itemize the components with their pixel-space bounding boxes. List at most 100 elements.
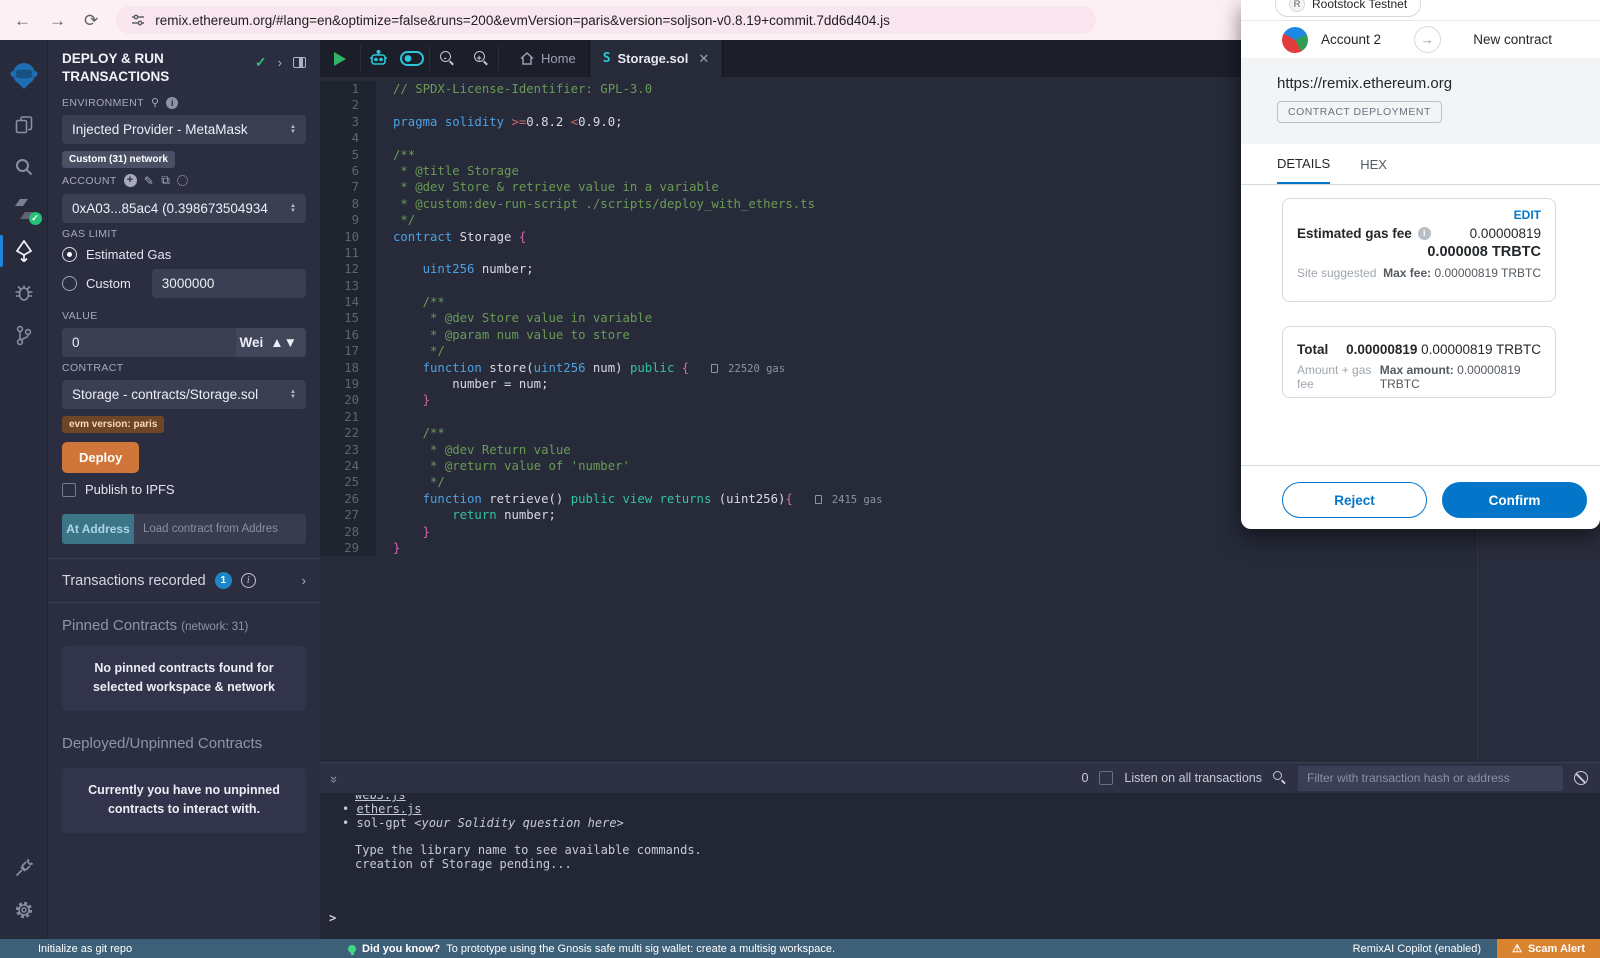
tab-hex[interactable]: HEX bbox=[1360, 144, 1387, 184]
pinned-empty-message: No pinned contracts found for selected w… bbox=[62, 646, 306, 711]
search-plugin-icon[interactable] bbox=[0, 146, 48, 188]
remix-logo-icon[interactable] bbox=[0, 46, 48, 104]
add-account-icon[interactable]: + bbox=[124, 174, 137, 187]
publish-checkbox[interactable] bbox=[62, 483, 76, 497]
value-unit-select[interactable]: Wei ▲▼ bbox=[236, 328, 306, 357]
zoom-out-icon: - bbox=[440, 51, 455, 66]
custom-gas-label: Custom bbox=[86, 276, 131, 291]
forward-icon[interactable]: → bbox=[49, 12, 66, 29]
url-text: remix.ethereum.org/#lang=en&optimize=fal… bbox=[155, 13, 890, 28]
robot-icon bbox=[369, 50, 388, 67]
clipped-line: web3.js bbox=[355, 795, 1600, 803]
total-card: Total 0.00000819 0.00000819 TRBTC Amount… bbox=[1282, 326, 1556, 398]
clear-console-icon[interactable] bbox=[1574, 771, 1588, 785]
plugin-icon-rail: ✓ bbox=[0, 40, 48, 939]
publish-ipfs-option[interactable]: Publish to IPFS bbox=[62, 482, 306, 497]
run-script-button[interactable] bbox=[320, 40, 360, 77]
zoom-in-button[interactable]: + bbox=[464, 40, 498, 77]
site-settings-icon[interactable] bbox=[130, 12, 146, 28]
tip-text: To prototype using the Gnosis safe multi… bbox=[446, 943, 835, 955]
transactions-info-icon[interactable]: i bbox=[241, 573, 256, 588]
sender-account: Account 2 bbox=[1321, 32, 1381, 47]
terminal-header: » 0 Listen on all transactions bbox=[320, 762, 1600, 793]
transactions-recorded-row[interactable]: Transactions recorded 1 i › bbox=[48, 559, 320, 602]
close-tab-icon[interactable]: ✕ bbox=[698, 51, 709, 67]
tab-storage-label: Storage.sol bbox=[618, 51, 689, 66]
at-address-button[interactable]: At Address bbox=[62, 514, 134, 544]
gas-pump-icon bbox=[711, 364, 718, 373]
estimated-gas-option[interactable]: Estimated Gas bbox=[62, 247, 306, 262]
collapse-terminal-icon[interactable]: » bbox=[327, 775, 342, 780]
file-explorer-icon[interactable] bbox=[0, 104, 48, 146]
zoom-in-icon: + bbox=[474, 51, 489, 66]
radio-unselected-icon[interactable] bbox=[62, 276, 77, 291]
reject-button[interactable]: Reject bbox=[1282, 482, 1427, 518]
git-icon[interactable] bbox=[0, 314, 48, 356]
back-icon[interactable]: ← bbox=[14, 12, 31, 29]
tab-storage-sol[interactable]: S Storage.sol ✕ bbox=[589, 40, 724, 77]
expand-chevron-icon[interactable]: › bbox=[302, 573, 306, 588]
settings-gear-icon[interactable] bbox=[0, 889, 48, 931]
environment-value: Injected Provider - MetaMask bbox=[72, 122, 248, 137]
zoom-out-button[interactable]: - bbox=[430, 40, 464, 77]
copilot-toggle[interactable] bbox=[395, 40, 429, 77]
terminal-prompt[interactable]: > bbox=[329, 911, 336, 925]
connected-check-icon: ✓ bbox=[255, 54, 267, 71]
account-value: 0xA03...85ac4 (0.398673504934 bbox=[72, 201, 268, 216]
play-icon bbox=[334, 52, 346, 66]
address-bar[interactable]: remix.ethereum.org/#lang=en&optimize=fal… bbox=[116, 6, 1096, 34]
terminal[interactable]: web3.jsethers.jssol-gpt <your Solidity q… bbox=[320, 793, 1600, 939]
ai-copilot-button[interactable] bbox=[361, 40, 395, 77]
library-link[interactable]: ethers.js bbox=[356, 802, 421, 816]
solidity-file-icon: S bbox=[603, 51, 611, 66]
debugger-icon[interactable] bbox=[0, 272, 48, 314]
tab-home[interactable]: Home bbox=[507, 40, 589, 77]
tab-details[interactable]: DETAILS bbox=[1277, 144, 1330, 184]
panel-title: DEPLOY & RUN TRANSACTIONS bbox=[62, 50, 212, 85]
pin-panel-icon[interactable] bbox=[293, 57, 306, 68]
custom-gas-option[interactable]: Custom bbox=[62, 269, 306, 298]
collapse-panel-icon[interactable]: › bbox=[278, 55, 282, 70]
scam-alert-button[interactable]: ⚠ Scam Alert bbox=[1497, 939, 1600, 958]
copilot-status[interactable]: RemixAI Copilot (enabled) bbox=[1353, 943, 1481, 955]
radio-selected-icon[interactable] bbox=[62, 247, 77, 262]
solidity-compiler-icon[interactable]: ✓ bbox=[0, 188, 48, 230]
environment-select[interactable]: Injected Provider - MetaMask ▲▼ bbox=[62, 115, 306, 144]
confirm-button[interactable]: Confirm bbox=[1442, 482, 1587, 518]
amount-gas-label: Amount + gas fee bbox=[1297, 363, 1380, 391]
did-you-know-tip: Did you know? To prototype using the Gno… bbox=[348, 943, 835, 955]
deploy-run-icon[interactable] bbox=[0, 230, 48, 272]
account-select[interactable]: 0xA03...85ac4 (0.398673504934 ▲▼ bbox=[62, 194, 306, 223]
transfer-arrow-icon: → bbox=[1414, 26, 1441, 53]
account-avatar bbox=[1278, 23, 1311, 56]
contract-value: Storage - contracts/Storage.sol bbox=[72, 387, 258, 402]
custom-gas-input[interactable] bbox=[152, 269, 306, 298]
terminal-search-icon[interactable] bbox=[1273, 771, 1287, 785]
gas-estimate: 2415 gas bbox=[832, 494, 883, 506]
plugin-manager-icon[interactable] bbox=[0, 847, 48, 889]
contract-select[interactable]: Storage - contracts/Storage.sol ▲▼ bbox=[62, 380, 306, 409]
max-amount: Max amount: 0.00000819 TRBTC bbox=[1380, 363, 1541, 391]
compile-success-badge: ✓ bbox=[29, 212, 42, 225]
edit-gas-link[interactable]: EDIT bbox=[1297, 208, 1541, 222]
scam-alert-label: Scam Alert bbox=[1528, 943, 1585, 955]
network-selector[interactable]: R Rootstock Testnet bbox=[1275, 0, 1421, 17]
copy-account-icon[interactable]: ⧉ bbox=[161, 173, 170, 188]
deploy-run-panel: DEPLOY & RUN TRANSACTIONS ✓ › ENVIRONMEN… bbox=[48, 40, 320, 939]
edit-account-icon[interactable]: ✎ bbox=[144, 174, 154, 188]
deploy-button[interactable]: Deploy bbox=[62, 442, 139, 473]
at-address-input[interactable] bbox=[134, 514, 306, 544]
git-init-button[interactable]: Initialize as git repo bbox=[0, 943, 132, 955]
reload-icon[interactable]: ⟳ bbox=[84, 12, 98, 29]
contract-label: CONTRACT bbox=[62, 362, 124, 374]
environment-info-icon[interactable]: i bbox=[166, 97, 178, 109]
deployed-empty-message: Currently you have no unpinned contracts… bbox=[62, 768, 306, 833]
network-name: Rootstock Testnet bbox=[1312, 0, 1407, 11]
gas-info-icon[interactable]: i bbox=[1418, 227, 1431, 240]
origin-section: https://remix.ethereum.org CONTRACT DEPL… bbox=[1241, 58, 1600, 144]
plug-icon[interactable]: ⚲ bbox=[151, 96, 159, 109]
library-link-line: ethers.js bbox=[342, 803, 1600, 817]
filter-input[interactable] bbox=[1298, 766, 1563, 791]
value-input[interactable] bbox=[62, 328, 236, 357]
listen-checkbox[interactable] bbox=[1099, 771, 1113, 785]
